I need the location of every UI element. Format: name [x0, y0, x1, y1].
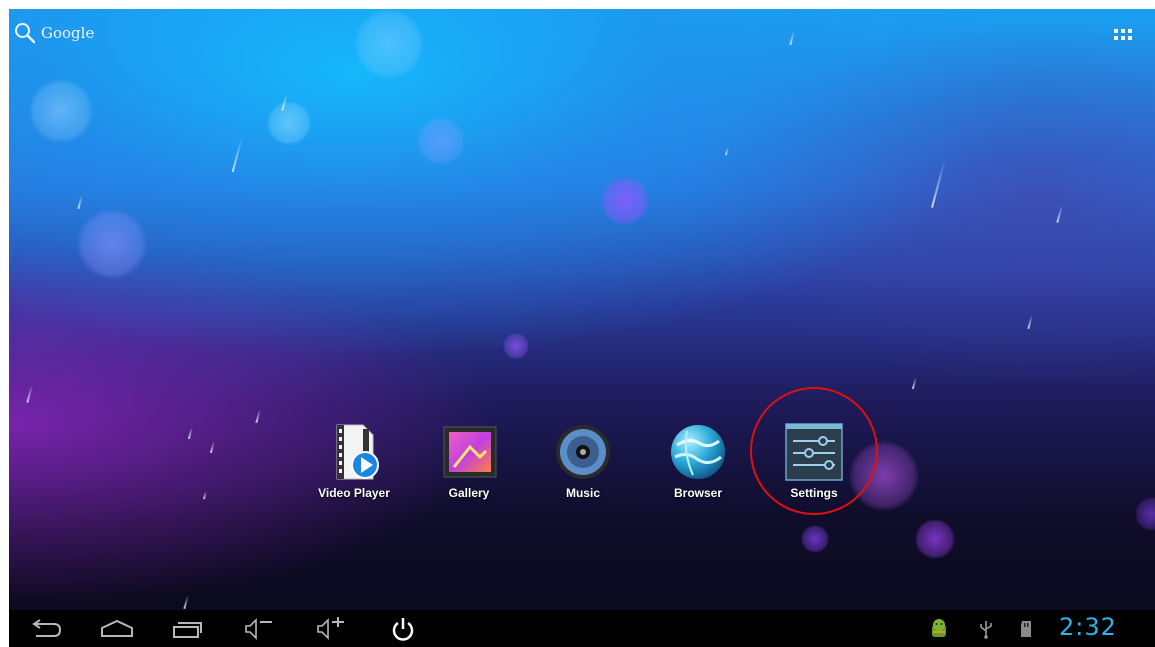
search-label: Google — [41, 24, 95, 42]
status-clock: 2:32 — [1059, 613, 1117, 641]
power-button[interactable] — [385, 610, 421, 647]
volume-down-button[interactable] — [239, 610, 279, 647]
app-gallery[interactable]: Gallery — [414, 423, 524, 500]
android-debug-icon — [932, 618, 946, 637]
app-music[interactable]: Music — [528, 423, 638, 500]
app-browser[interactable]: Browser — [643, 423, 753, 500]
sd-card-status — [1015, 610, 1037, 647]
app-label: Browser — [673, 486, 723, 500]
app-label: Video Player — [318, 486, 390, 500]
home-button[interactable] — [95, 610, 139, 647]
back-button[interactable] — [27, 610, 67, 647]
recent-apps-button[interactable] — [167, 610, 207, 647]
home-icon — [101, 619, 133, 637]
usb-icon — [980, 620, 992, 639]
back-icon — [32, 618, 62, 637]
sd-card-icon — [1021, 620, 1031, 637]
volume-up-icon — [317, 616, 344, 640]
gallery-icon — [440, 423, 498, 481]
home-screen: Google Video Player Gallery Music Browse… — [9, 9, 1155, 647]
all-apps-icon[interactable] — [1114, 29, 1132, 43]
power-icon — [392, 617, 414, 641]
music-icon — [554, 423, 612, 481]
app-label: Gallery — [448, 486, 490, 500]
usb-status — [976, 610, 996, 647]
search-icon — [15, 23, 36, 44]
android-debug-status — [927, 610, 951, 647]
video-player-icon — [325, 423, 383, 481]
settings-highlight-circle — [750, 387, 878, 515]
volume-down-icon — [245, 617, 272, 640]
app-video-player[interactable]: Video Player — [299, 423, 409, 500]
browser-icon — [669, 423, 727, 481]
volume-up-button[interactable] — [311, 610, 351, 647]
recent-apps-icon — [173, 621, 202, 638]
navigation-bar: 2:32 — [9, 610, 1155, 647]
app-label: Music — [565, 486, 600, 500]
google-search-bar[interactable]: Google — [13, 21, 94, 45]
